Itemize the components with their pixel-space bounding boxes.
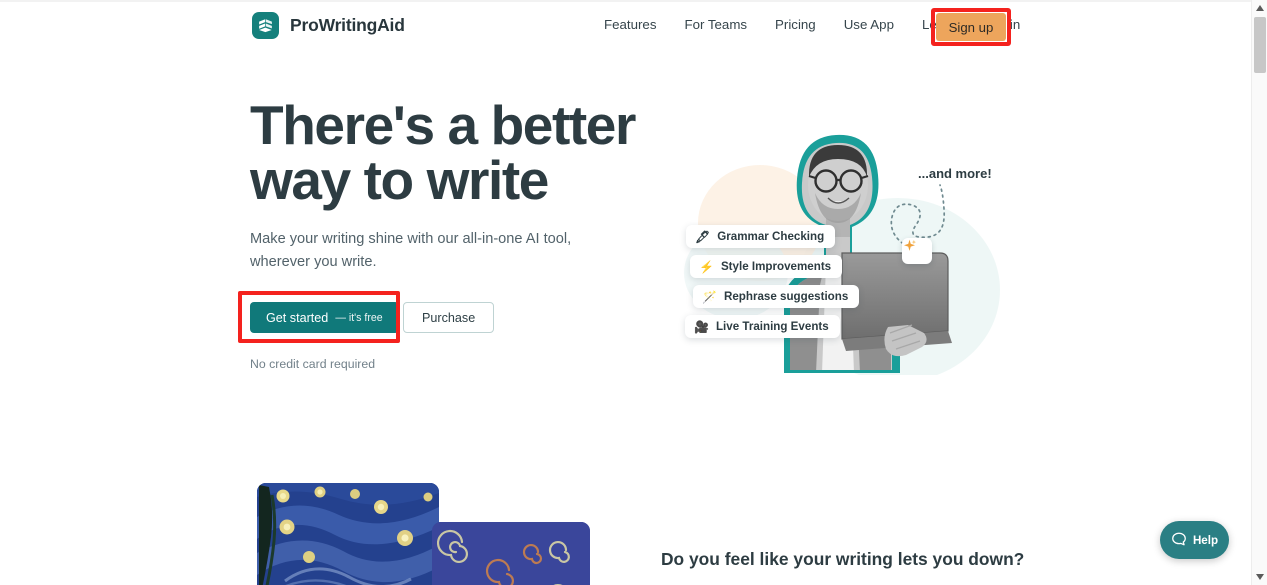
scroll-down-arrow-icon[interactable] (1252, 569, 1267, 585)
callout-label: Rephrase suggestions (723, 290, 849, 303)
movie-camera-icon: 🎥 (694, 319, 709, 334)
scrollbar-thumb[interactable] (1254, 17, 1266, 73)
book-logo-icon (252, 12, 279, 39)
nav-link-for-teams[interactable]: For Teams (670, 4, 761, 46)
nav-link-features[interactable]: Features (595, 4, 670, 46)
callout-rephrase-suggestions: 🪄 Rephrase suggestions (693, 285, 860, 308)
purchase-button[interactable]: Purchase (403, 302, 495, 333)
callout-style-improvements: ⚡ Style Improvements (690, 255, 843, 278)
simplified-starry-image-card (432, 522, 590, 585)
lightning-icon: ⚡ (699, 259, 714, 274)
brand-name: ProWritingAid (290, 15, 405, 35)
sparkle-icon (902, 238, 932, 264)
site-header: ProWritingAid Features For Teams Pricing… (0, 4, 1251, 46)
signup-button[interactable]: Sign up (936, 13, 1006, 41)
help-button[interactable]: Help (1160, 521, 1229, 559)
hero-title: There's a better way to write (250, 94, 636, 211)
get-started-button[interactable]: Get started — it's free (250, 302, 399, 333)
no-credit-card-note: No credit card required (250, 357, 376, 371)
vertical-scrollbar[interactable] (1251, 0, 1267, 585)
signup-button-group: Sign up (931, 8, 1011, 46)
page-canvas: ProWritingAid Features For Teams Pricing… (0, 0, 1251, 585)
pencil-icon: 🖋 (695, 229, 711, 244)
and-more-annotation: ...and more! (918, 166, 992, 181)
starry-night-image-card (257, 483, 439, 585)
brand-logo[interactable]: ProWritingAid (252, 12, 405, 39)
get-started-label: Get started (266, 310, 329, 325)
hero-subtitle: Make your writing shine with our all-in-… (250, 231, 572, 270)
callout-grammar-checking: 🖋 Grammar Checking (686, 225, 836, 248)
callout-label: Live Training Events (715, 320, 829, 333)
scroll-up-arrow-icon[interactable] (1252, 0, 1267, 16)
hero-illustration: 🖋 Grammar Checking ⚡ Style Improvements … (640, 105, 1010, 375)
callout-label: Grammar Checking (717, 230, 825, 243)
section-heading: Do you feel like your writing lets you d… (661, 549, 1025, 569)
top-divider (0, 0, 1251, 2)
nav-link-use-app[interactable]: Use App (830, 4, 908, 46)
chat-bubble-icon (1171, 531, 1187, 550)
callout-label: Style Improvements (720, 260, 832, 273)
help-label: Help (1192, 533, 1219, 547)
nav-link-pricing[interactable]: Pricing (761, 4, 830, 46)
callout-live-training-events: 🎥 Live Training Events (685, 315, 840, 338)
magic-wand-icon: 🪄 (702, 289, 717, 304)
get-started-suffix: — it's free (335, 311, 383, 324)
